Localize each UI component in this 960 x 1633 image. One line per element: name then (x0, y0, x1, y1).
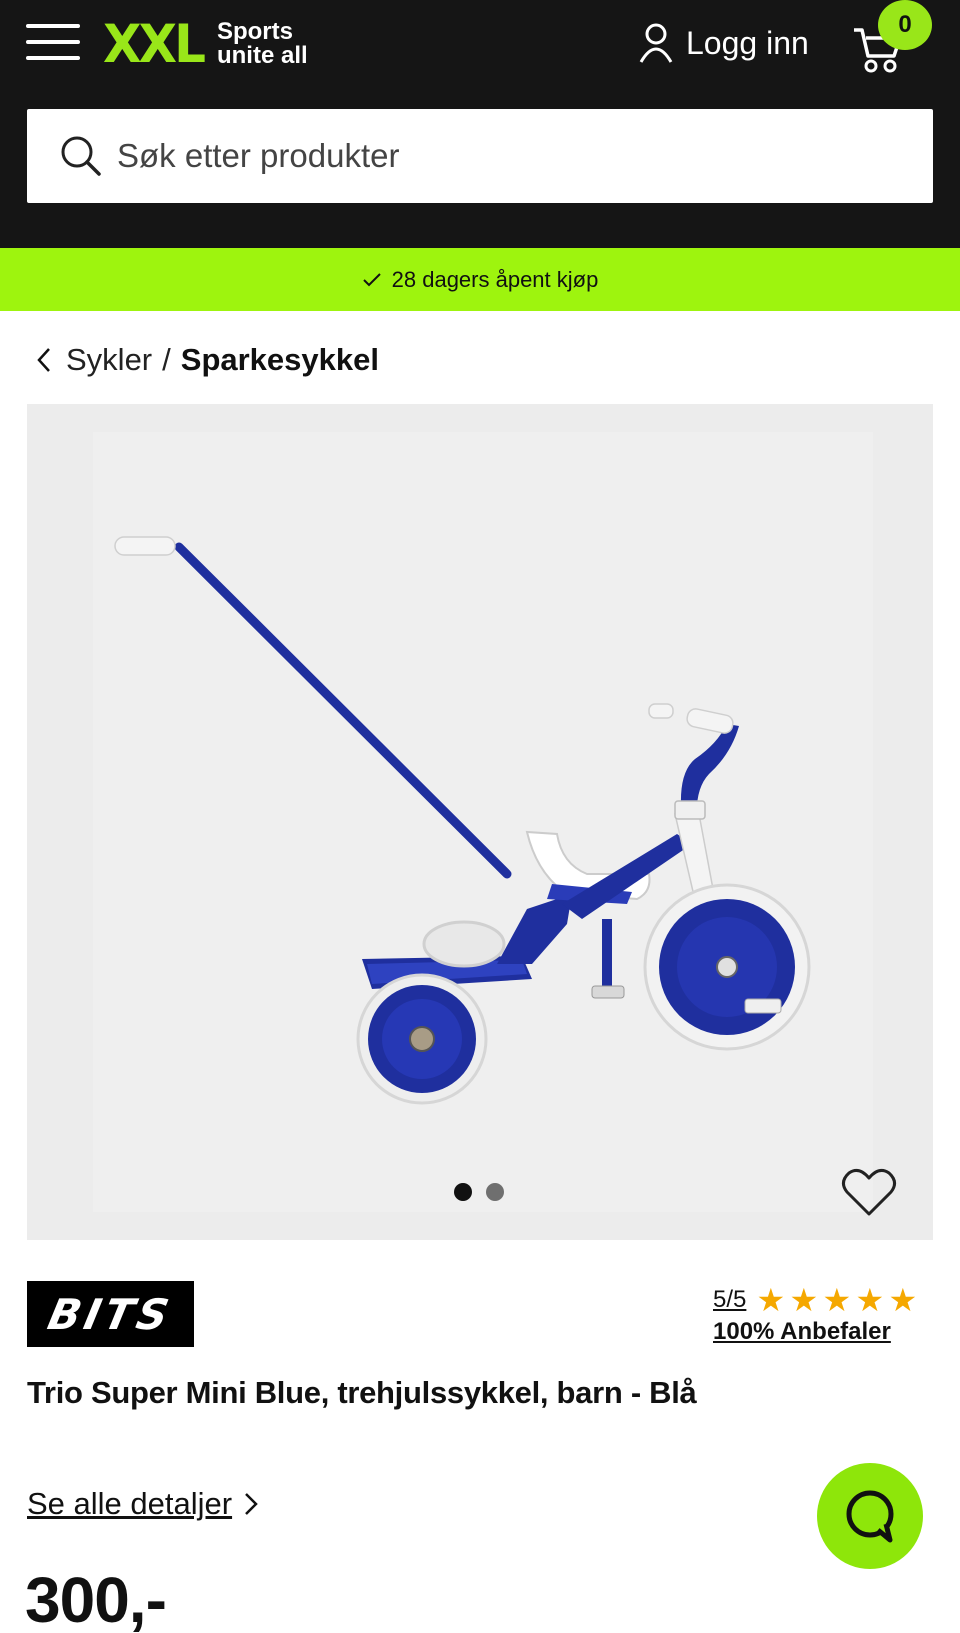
star-icon: ★ (789, 1282, 819, 1318)
search-input[interactable] (117, 137, 877, 175)
login-button[interactable]: Logg inn (638, 20, 809, 66)
product-title: Trio Super Mini Blue, trehjulssykkel, ba… (27, 1375, 697, 1410)
product-gallery[interactable] (27, 404, 933, 1240)
star-icon: ★ (888, 1282, 918, 1318)
breadcrumb-current: Sparkesykkel (180, 342, 379, 377)
cart-count-badge[interactable]: 0 (878, 0, 932, 50)
promo-text: 28 dagers åpent kjøp (391, 266, 599, 292)
breadcrumb[interactable]: Sykler / Sparkesykkel (36, 340, 379, 380)
site-logo[interactable]: XXL Sports unite all (103, 13, 308, 75)
search-bar[interactable] (27, 109, 933, 203)
chevron-right-icon (245, 1493, 258, 1515)
gallery-dot-2[interactable] (486, 1183, 504, 1201)
rating-score: 5/5 (713, 1286, 747, 1313)
user-icon (639, 23, 673, 63)
breadcrumb-separator: / (162, 342, 171, 377)
chat-button[interactable] (817, 1463, 923, 1569)
details-label: Se alle detaljer (27, 1486, 233, 1521)
logo-mark: XXL (103, 13, 206, 75)
star-icon: ★ (855, 1282, 885, 1318)
rating-stars: ★ ★ ★ ★ ★ (754, 1284, 919, 1316)
gallery-dot-1[interactable] (454, 1183, 472, 1201)
breadcrumb-parent[interactable]: Sykler (66, 342, 152, 378)
site-header: XXL Sports unite all Logg inn 0 (0, 0, 960, 248)
star-icon: ★ (756, 1282, 786, 1318)
promo-banner: 28 dagers åpent kjøp (0, 248, 960, 311)
rating-summary[interactable]: 5/5 ★ ★ ★ ★ ★ (713, 1280, 935, 1320)
search-icon (61, 136, 101, 176)
brand-logo[interactable]: BITS (27, 1281, 194, 1347)
logo-tagline: Sports unite all (217, 20, 308, 68)
logo-tagline-line1: Sports (216, 18, 293, 45)
gallery-dots (454, 1183, 504, 1201)
chat-icon (846, 1490, 894, 1543)
logo-tagline-line2: unite all (216, 42, 308, 69)
details-link[interactable]: Se alle detaljer (27, 1484, 260, 1524)
product-price: 300,- (25, 1564, 167, 1633)
star-icon: ★ (822, 1282, 852, 1318)
tricycle-image[interactable] (27, 404, 933, 1240)
login-label: Logg inn (686, 24, 809, 61)
heart-icon[interactable] (841, 1166, 897, 1218)
checkmark-icon (362, 272, 381, 286)
brand-name: BITS (44, 1289, 177, 1339)
chevron-left-icon (37, 348, 50, 372)
menu-icon[interactable] (26, 22, 82, 62)
recommend-link[interactable]: 100% Anbefaler (713, 1318, 891, 1346)
